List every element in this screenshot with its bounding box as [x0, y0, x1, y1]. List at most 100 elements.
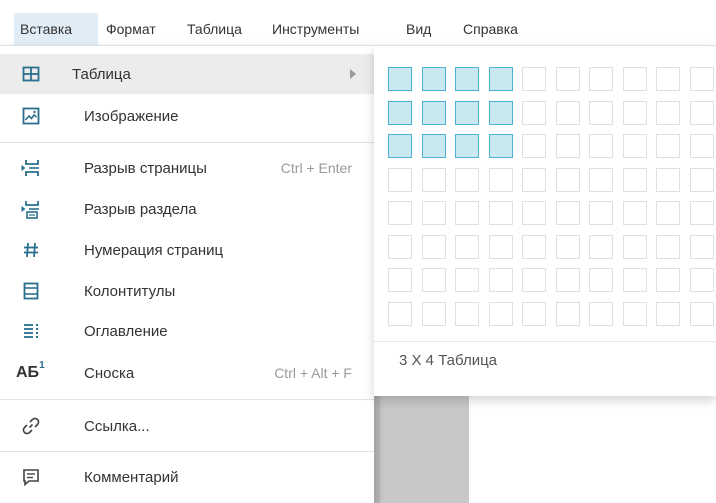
table-grid-cell[interactable]	[388, 235, 412, 259]
table-grid-cell[interactable]	[556, 101, 580, 125]
table-grid-cell-selected[interactable]	[388, 67, 412, 91]
table-grid-cell[interactable]	[388, 302, 412, 326]
table-grid-cell-selected[interactable]	[388, 101, 412, 125]
table-grid-cell[interactable]	[455, 268, 479, 292]
menu-format[interactable]: Формат	[106, 13, 156, 45]
table-grid-cell-selected[interactable]	[388, 134, 412, 158]
table-grid-cell[interactable]	[656, 168, 680, 192]
table-grid-cell-selected[interactable]	[455, 101, 479, 125]
menu-separator	[0, 142, 374, 143]
table-grid-cell[interactable]	[388, 268, 412, 292]
table-grid-cell[interactable]	[489, 201, 513, 225]
table-grid-cell-selected[interactable]	[489, 134, 513, 158]
table-grid-cell-selected[interactable]	[489, 67, 513, 91]
table-grid-cell[interactable]	[422, 302, 446, 326]
table-grid-cell[interactable]	[522, 134, 546, 158]
table-grid-cell[interactable]	[388, 201, 412, 225]
table-grid-cell[interactable]	[522, 101, 546, 125]
table-grid-cell[interactable]	[623, 268, 647, 292]
table-grid-cell[interactable]	[690, 235, 714, 259]
table-size-grid[interactable]	[388, 67, 716, 329]
table-grid-cell[interactable]	[589, 134, 613, 158]
table-grid-cell[interactable]	[556, 302, 580, 326]
table-grid-cell[interactable]	[455, 302, 479, 326]
table-grid-cell[interactable]	[489, 235, 513, 259]
table-grid-cell[interactable]	[556, 268, 580, 292]
menu-item-header-footer[interactable]: Колонтитулы	[12, 271, 362, 311]
menu-item-section-break[interactable]: Разрыв раздела	[12, 189, 362, 229]
table-grid-cell[interactable]	[623, 168, 647, 192]
menu-view[interactable]: Вид	[406, 13, 431, 45]
table-grid-cell[interactable]	[422, 168, 446, 192]
table-grid-cell[interactable]	[388, 168, 412, 192]
table-grid-cell-selected[interactable]	[455, 134, 479, 158]
menu-item-page-numbers[interactable]: Нумерация страниц	[12, 230, 362, 270]
table-grid-cell[interactable]	[422, 201, 446, 225]
table-grid-cell[interactable]	[422, 235, 446, 259]
table-grid-cell[interactable]	[522, 235, 546, 259]
table-grid-cell[interactable]	[690, 268, 714, 292]
table-grid-cell[interactable]	[522, 201, 546, 225]
table-grid-cell[interactable]	[690, 302, 714, 326]
table-grid-cell[interactable]	[589, 101, 613, 125]
table-size-label: 3 X 4 Таблица	[399, 352, 498, 369]
table-grid-cell-selected[interactable]	[422, 134, 446, 158]
table-grid-cell[interactable]	[690, 67, 714, 91]
menu-table[interactable]: Таблица	[187, 13, 242, 45]
table-grid-cell[interactable]	[522, 302, 546, 326]
table-grid-cell[interactable]	[556, 168, 580, 192]
table-grid-cell[interactable]	[656, 201, 680, 225]
table-grid-cell[interactable]	[589, 201, 613, 225]
table-grid-cell[interactable]	[589, 268, 613, 292]
table-grid-cell-selected[interactable]	[455, 67, 479, 91]
table-grid-cell[interactable]	[656, 134, 680, 158]
table-grid-cell[interactable]	[623, 101, 647, 125]
table-grid-cell[interactable]	[589, 235, 613, 259]
menu-item-page-break[interactable]: Разрыв страницы Ctrl + Enter	[12, 148, 362, 188]
table-grid-cell[interactable]	[556, 134, 580, 158]
table-grid-cell[interactable]	[656, 302, 680, 326]
table-grid-cell[interactable]	[623, 302, 647, 326]
table-grid-cell[interactable]	[489, 168, 513, 192]
menu-tools[interactable]: Инструменты	[272, 13, 359, 45]
table-grid-cell[interactable]	[422, 268, 446, 292]
table-grid-cell[interactable]	[556, 67, 580, 91]
table-grid-cell[interactable]	[522, 67, 546, 91]
table-grid-cell[interactable]	[656, 235, 680, 259]
table-grid-cell[interactable]	[623, 67, 647, 91]
menu-item-table[interactable]: Таблица	[0, 54, 374, 94]
menu-item-image[interactable]: Изображение	[12, 96, 362, 136]
table-grid-cell[interactable]	[589, 168, 613, 192]
table-grid-cell[interactable]	[556, 201, 580, 225]
table-grid-cell[interactable]	[656, 268, 680, 292]
table-grid-cell[interactable]	[455, 201, 479, 225]
table-grid-cell-selected[interactable]	[489, 101, 513, 125]
table-grid-cell[interactable]	[623, 134, 647, 158]
table-grid-cell[interactable]	[656, 67, 680, 91]
table-grid-cell[interactable]	[455, 168, 479, 192]
table-grid-cell-selected[interactable]	[422, 67, 446, 91]
table-grid-cell[interactable]	[522, 268, 546, 292]
menu-item-link[interactable]: Ссылка...	[12, 406, 362, 446]
table-grid-cell[interactable]	[489, 268, 513, 292]
menu-item-toc[interactable]: Оглавление	[12, 311, 362, 351]
menu-help[interactable]: Справка	[463, 13, 518, 45]
table-grid-cell[interactable]	[589, 302, 613, 326]
menu-item-comment[interactable]: Комментарий	[12, 457, 362, 497]
menu-insert[interactable]: Вставка	[14, 13, 98, 45]
table-grid-cell[interactable]	[623, 201, 647, 225]
table-grid-cell[interactable]	[556, 235, 580, 259]
menu-item-label: Разрыв раздела	[84, 200, 197, 218]
table-grid-cell[interactable]	[489, 302, 513, 326]
table-grid-cell[interactable]	[690, 101, 714, 125]
table-grid-cell[interactable]	[455, 235, 479, 259]
table-grid-cell[interactable]	[690, 168, 714, 192]
menu-item-footnote[interactable]: АБ 1 Сноска Ctrl + Alt + F	[12, 353, 362, 393]
table-grid-cell-selected[interactable]	[422, 101, 446, 125]
table-grid-cell[interactable]	[522, 168, 546, 192]
table-grid-cell[interactable]	[690, 134, 714, 158]
table-grid-cell[interactable]	[589, 67, 613, 91]
table-grid-cell[interactable]	[690, 201, 714, 225]
table-grid-cell[interactable]	[656, 101, 680, 125]
table-grid-cell[interactable]	[623, 235, 647, 259]
